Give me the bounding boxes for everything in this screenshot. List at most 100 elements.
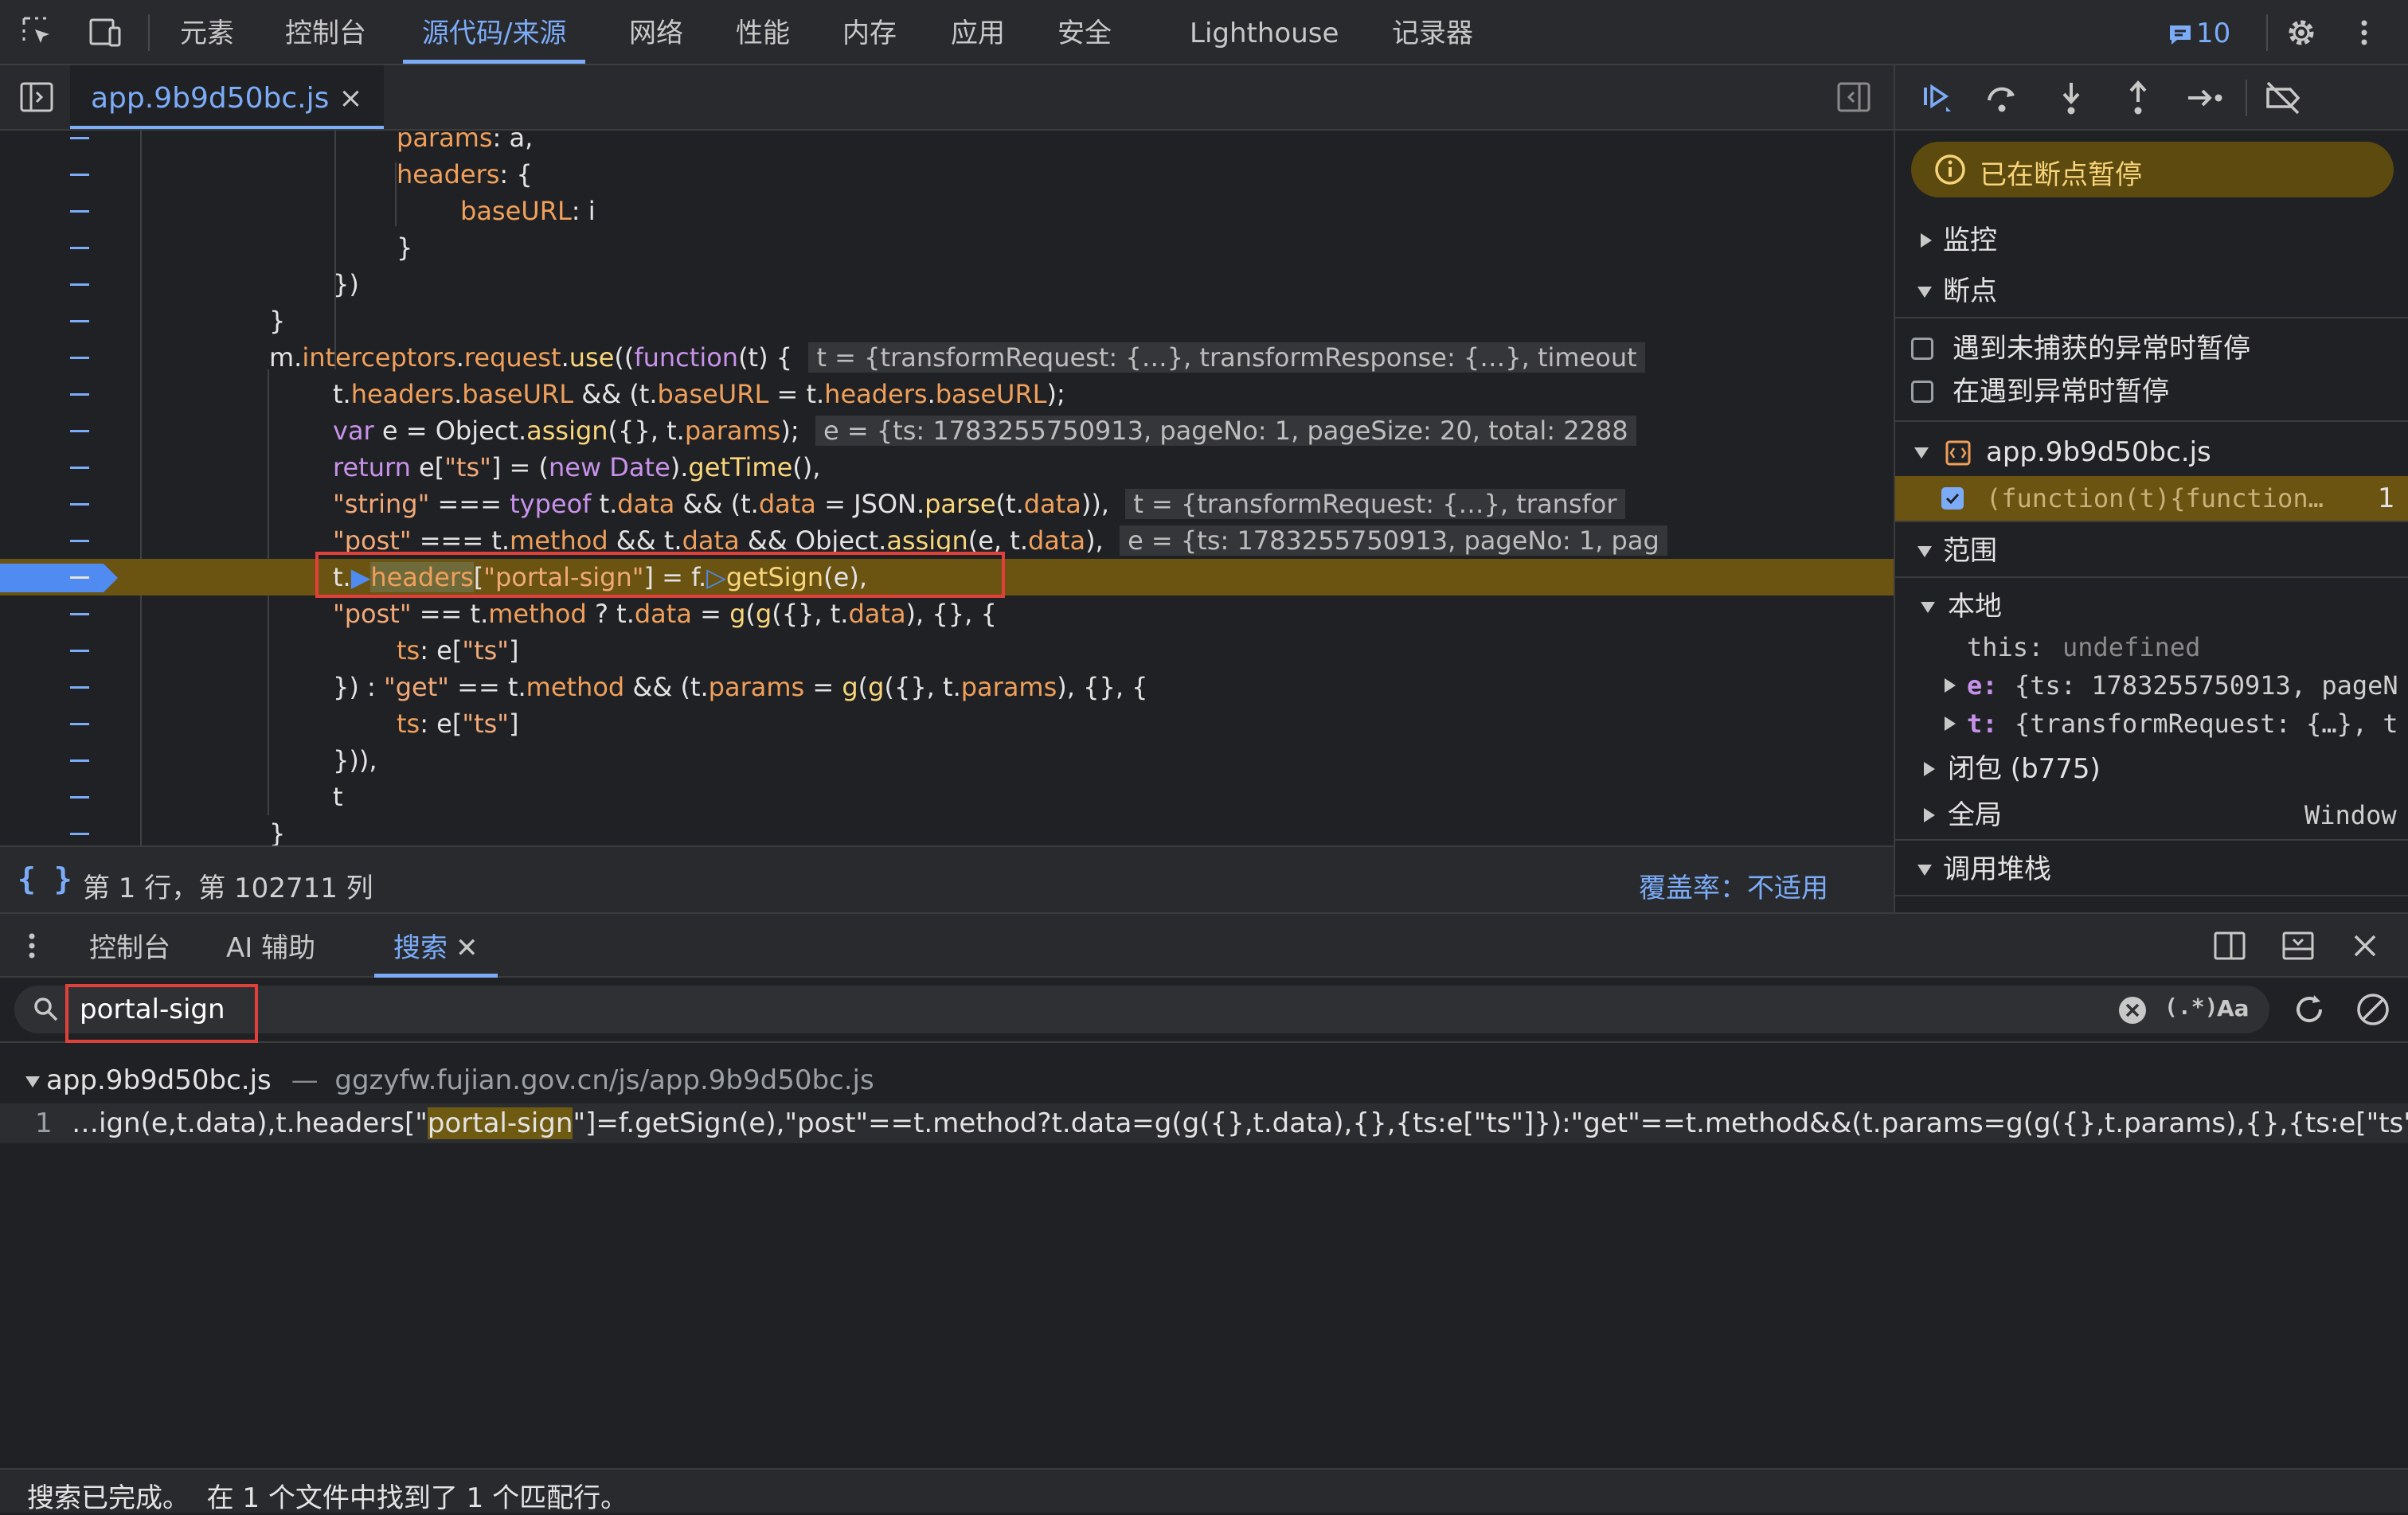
- scope-var-e[interactable]: e: {ts: 1783255750913, pageN: [1895, 666, 2408, 705]
- scope-global[interactable]: 全局 Window: [1895, 793, 2408, 838]
- deactivate-breakpoints-icon[interactable]: [2263, 78, 2303, 118]
- tab-console[interactable]: 控制台: [285, 0, 366, 64]
- tab-security[interactable]: 安全: [1057, 0, 1112, 64]
- code-line: ts: e["ts"]: [0, 705, 1894, 742]
- code-line: baseURL: i: [0, 193, 1894, 229]
- close-icon[interactable]: ×: [338, 82, 362, 115]
- collapse-arrow-icon: [1921, 602, 1935, 613]
- toggle-navigator-icon[interactable]: [18, 78, 56, 116]
- code-line: var e = Object.assign({}, t.params); e =…: [0, 412, 1894, 449]
- scope-local-header[interactable]: 本地: [1895, 584, 2408, 629]
- collapse-arrow-icon: [25, 1076, 40, 1087]
- step-icon[interactable]: [2185, 78, 2225, 118]
- breakpoints-section-header[interactable]: 断点: [1895, 269, 2408, 314]
- annotation-highlight-box: [65, 984, 258, 1043]
- inline-value: t = {transformRequest: {…}, transfor: [1125, 489, 1625, 519]
- dock-side-icon[interactable]: [2211, 927, 2249, 965]
- code-line: t: [0, 779, 1894, 815]
- breakpoint-marker[interactable]: [0, 564, 118, 592]
- code-line: params: a,: [0, 131, 1894, 156]
- inline-value: t = {transformRequest: {…}, transformRes…: [808, 342, 1645, 373]
- annotation-highlight-box: [315, 552, 1005, 598]
- tab-recorder[interactable]: 记录器: [1392, 0, 1473, 64]
- collapse-arrow-icon: [1917, 287, 1932, 298]
- drawer-tab-bar: 控制台 AI 辅助 搜索 ✕: [0, 912, 2408, 978]
- breakpoint-entry[interactable]: (function(t){function… 1: [1895, 476, 2408, 521]
- scope-var-t[interactable]: t: {transformRequest: {…}, t: [1895, 704, 2408, 744]
- match-highlight: portal-sign: [427, 1107, 573, 1139]
- debugger-sidebar: 已在断点暂停 监控 断点 遇到未捕获的异常时暂停 在遇到异常时暂停 app.9b…: [1894, 65, 2408, 912]
- step-into-icon[interactable]: [2051, 78, 2091, 118]
- message-icon: [2168, 23, 2193, 47]
- issues-button[interactable]: 10: [2168, 0, 2230, 64]
- search-box: (.*) Aa: [14, 986, 2269, 1033]
- call-stack-section-header[interactable]: 调用堆栈: [1895, 847, 2408, 892]
- tab-application[interactable]: 应用: [951, 0, 1005, 64]
- refresh-icon[interactable]: [2290, 990, 2328, 1029]
- code-line: }): [0, 266, 1894, 303]
- js-file-icon: [1945, 439, 1972, 467]
- tab-elements[interactable]: 元素: [180, 0, 234, 64]
- code-editor[interactable]: params: a, headers: { baseURL: i } }) } …: [0, 131, 1894, 845]
- search-status-footer: 搜索已完成。 在 1 个文件中找到了 1 个匹配行。: [0, 1468, 2408, 1514]
- scope-section-header[interactable]: 范围: [1895, 529, 2408, 573]
- expand-arrow-icon: [1924, 808, 1935, 822]
- debugger-toolbar: [1895, 65, 2408, 131]
- search-results: app.9b9d50bc.js — ggzyfw.fujian.gov.cn/j…: [0, 1043, 2408, 1468]
- collapse-arrow-icon: [1917, 865, 1932, 876]
- resume-icon[interactable]: [1917, 78, 1957, 118]
- tab-performance[interactable]: 性能: [736, 0, 790, 64]
- editor-file-tab[interactable]: app.9b9d50bc.js ×: [70, 65, 384, 129]
- coverage-link[interactable]: 覆盖率：不适用: [1639, 866, 1828, 905]
- drawer-menu-icon[interactable]: [24, 927, 40, 965]
- pause-on-uncaught-exceptions[interactable]: 遇到未捕获的异常时暂停: [1895, 326, 2408, 371]
- code-line: t.headers.baseURL && (t.baseURL = t.head…: [0, 376, 1894, 412]
- drawer-tab-search[interactable]: 搜索 ✕: [374, 914, 498, 978]
- devtools-top-bar: 元素 控制台 源代码/来源 网络 性能 内存 应用 安全 Lighthouse …: [0, 0, 2408, 65]
- search-result-file[interactable]: app.9b9d50bc.js — ggzyfw.fujian.gov.cn/j…: [25, 1060, 874, 1100]
- close-icon[interactable]: ✕: [455, 932, 479, 964]
- cursor-position: 第 1 行，第 102711 列: [83, 873, 373, 904]
- dock-bottom-icon[interactable]: [2279, 927, 2317, 965]
- info-icon: [1933, 153, 1967, 186]
- clear-results-icon[interactable]: [2354, 990, 2392, 1029]
- breakpoint-enabled-checkbox[interactable]: [1941, 487, 1964, 510]
- tab-lighthouse[interactable]: Lighthouse: [1190, 0, 1339, 64]
- code-line: return e["ts"] = (new Date).getTime(),: [0, 449, 1894, 486]
- more-options-icon[interactable]: [2352, 14, 2376, 52]
- tab-memory[interactable]: 内存: [842, 0, 897, 64]
- search-input[interactable]: [80, 986, 2070, 1033]
- step-out-icon[interactable]: [2118, 78, 2158, 118]
- inspect-element-icon[interactable]: [19, 14, 57, 52]
- close-drawer-icon[interactable]: [2346, 927, 2384, 965]
- search-result-match[interactable]: 1 …ign(e,t.data),t.headers["portal-sign"…: [0, 1103, 2408, 1143]
- regex-toggle[interactable]: (.*): [2164, 994, 2218, 1020]
- tab-sources[interactable]: 源代码/来源: [402, 0, 587, 64]
- paused-label: 已在断点暂停: [1980, 159, 2142, 191]
- breakpoint-file-group[interactable]: app.9b9d50bc.js: [1895, 430, 2408, 474]
- expand-arrow-icon: [1921, 233, 1932, 248]
- code-line: }: [0, 815, 1894, 845]
- editor-tab-bar: app.9b9d50bc.js ×: [0, 65, 1894, 131]
- code-line: }: [0, 229, 1894, 266]
- search-bar-row: (.*) Aa: [0, 978, 2408, 1043]
- caught-checkbox[interactable]: [1911, 381, 1933, 403]
- pretty-print-button[interactable]: { }: [18, 861, 72, 896]
- tab-network[interactable]: 网络: [629, 0, 683, 64]
- drawer-tab-console[interactable]: 控制台: [89, 914, 170, 978]
- watch-section-header[interactable]: 监控: [1895, 218, 2408, 263]
- step-over-icon[interactable]: [1983, 78, 2023, 118]
- scope-closure[interactable]: 闭包 (b775): [1895, 747, 2408, 791]
- pause-on-caught-exceptions[interactable]: 在遇到异常时暂停: [1895, 369, 2408, 414]
- paused-at-breakpoint-banner: 已在断点暂停: [1911, 142, 2394, 197]
- editor-status-bar: { } 第 1 行，第 102711 列 覆盖率：不适用: [0, 845, 1894, 912]
- uncaught-checkbox[interactable]: [1911, 338, 1933, 360]
- settings-gear-icon[interactable]: [2282, 14, 2320, 52]
- drawer-tab-ai-assistance[interactable]: AI 辅助: [226, 914, 315, 978]
- clear-search-icon[interactable]: [2118, 996, 2147, 1025]
- code-line: "post" == t.method ? t.data = g(g({}, t.…: [0, 595, 1894, 632]
- device-toolbar-icon[interactable]: [86, 14, 124, 52]
- toggle-debugger-sidebar-icon[interactable]: [1835, 78, 1873, 116]
- code-line: m.interceptors.request.use((function(t) …: [0, 339, 1894, 376]
- match-case-toggle[interactable]: Aa: [2217, 995, 2250, 1021]
